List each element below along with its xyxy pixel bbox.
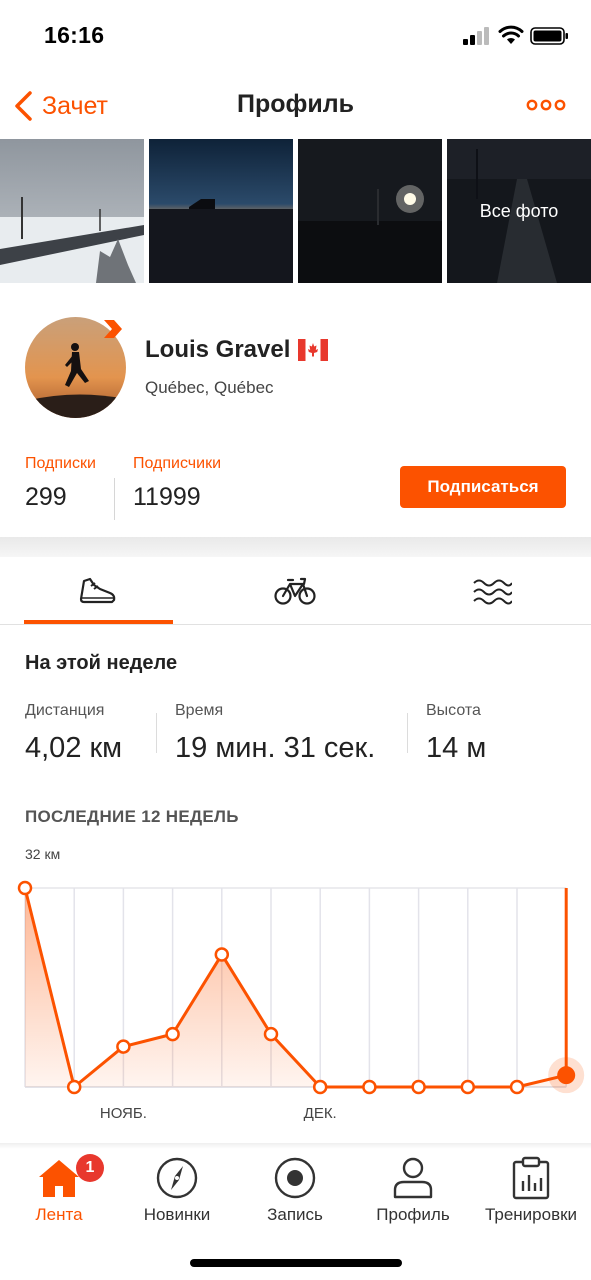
wifi-icon xyxy=(498,25,524,44)
photo-thumbnail[interactable] xyxy=(0,139,144,283)
subscribe-button[interactable]: Подписаться xyxy=(400,466,566,508)
more-options-icon[interactable] xyxy=(526,96,566,114)
divider xyxy=(156,713,157,753)
data-point[interactable] xyxy=(116,1039,131,1054)
data-point-current[interactable] xyxy=(557,1066,576,1085)
tab-ride[interactable] xyxy=(221,557,369,623)
athlete-name: Louis Gravel xyxy=(145,336,291,363)
sport-tabs xyxy=(0,557,591,625)
stat-value: 19 мин. 31 сек. xyxy=(175,732,376,764)
profile-icon xyxy=(393,1157,433,1199)
month-label: ДЕК. xyxy=(304,1105,337,1122)
all-photos-thumbnail[interactable]: Все фото xyxy=(447,139,591,283)
distance-area xyxy=(25,888,567,1087)
tab-swim[interactable] xyxy=(418,557,566,623)
followers-count: 11999 xyxy=(133,483,201,511)
tab-record[interactable]: Запись xyxy=(236,1149,354,1229)
stat-label: Высота xyxy=(426,702,481,719)
y-max-label: 32 км xyxy=(25,846,60,862)
stat-value: 14 м xyxy=(426,732,487,764)
subscriber-badge-icon xyxy=(104,320,122,338)
followers-label: Подписчики xyxy=(133,455,222,472)
distance-line xyxy=(23,887,567,1089)
this-week-title: На этой неделе xyxy=(25,652,178,674)
photo-thumbnail[interactable] xyxy=(149,139,293,283)
cellular-signal-icon xyxy=(463,27,489,45)
following-stat[interactable]: Подписки 299 xyxy=(25,455,96,512)
weekly-distance-chart[interactable]: 32 км НОЯБ. ДЕК. xyxy=(0,840,591,1130)
athlete-name-row: Louis Gravel xyxy=(145,336,329,364)
tab-explore[interactable]: Новинки xyxy=(118,1149,236,1229)
home-icon xyxy=(39,1160,79,1197)
data-point[interactable] xyxy=(411,1079,426,1095)
record-icon xyxy=(274,1157,316,1199)
tab-label: Тренировки xyxy=(484,1205,578,1224)
active-tab-indicator xyxy=(24,620,173,624)
stat-time: Время 19 мин. 31 сек. xyxy=(175,702,375,765)
notification-badge: 1 xyxy=(76,1154,104,1182)
data-point[interactable] xyxy=(165,1026,180,1042)
data-point[interactable] xyxy=(66,1079,82,1095)
data-point[interactable] xyxy=(263,1026,279,1042)
stat-label: Дистанция xyxy=(25,702,105,719)
tab-run[interactable] xyxy=(24,557,172,623)
chevron-left-icon xyxy=(15,91,32,121)
data-point[interactable] xyxy=(362,1079,377,1095)
data-point[interactable] xyxy=(509,1079,525,1095)
tab-profile[interactable]: Профиль xyxy=(354,1149,472,1229)
athlete-location: Québec, Québec xyxy=(145,378,274,397)
divider xyxy=(114,478,115,520)
all-photos-label: Все фото xyxy=(479,201,559,221)
followers-stat[interactable]: Подписчики 11999 xyxy=(133,455,221,512)
tab-training[interactable]: Тренировки xyxy=(472,1149,590,1229)
status-bar: 16:16 xyxy=(0,0,591,72)
data-point[interactable] xyxy=(17,880,33,896)
battery-icon xyxy=(530,27,568,45)
running-shoe-icon xyxy=(79,577,116,604)
stat-elevation: Высота 14 м xyxy=(426,702,486,765)
home-indicator[interactable] xyxy=(190,1259,402,1267)
clipboard-chart-icon xyxy=(512,1156,550,1200)
divider xyxy=(407,713,408,753)
photo-strip: Все фото xyxy=(0,139,591,283)
photo-thumbnail[interactable] xyxy=(298,139,442,283)
data-point[interactable] xyxy=(460,1079,476,1095)
following-count: 299 xyxy=(25,483,67,511)
status-time: 16:16 xyxy=(44,22,105,48)
following-label: Подписки xyxy=(25,455,96,472)
data-point[interactable] xyxy=(312,1079,328,1095)
swimming-waves-icon xyxy=(473,579,512,605)
stat-distance: Дистанция 4,02 км xyxy=(25,702,122,765)
section-divider xyxy=(0,537,591,557)
back-button[interactable]: Зачет xyxy=(12,86,108,126)
stat-label: Время xyxy=(175,702,224,719)
back-label: Зачет xyxy=(42,91,109,120)
compass-icon xyxy=(156,1157,198,1199)
chart-title: ПОСЛЕДНИЕ 12 НЕДЕЛЬ xyxy=(25,807,239,826)
data-point[interactable] xyxy=(214,947,230,962)
canada-flag-icon xyxy=(298,339,329,361)
stat-value: 4,02 км xyxy=(25,732,123,764)
month-label: НОЯБ. xyxy=(100,1105,147,1122)
nav-bar: Зачет Профиль xyxy=(0,72,591,138)
bicycle-icon xyxy=(274,577,316,605)
